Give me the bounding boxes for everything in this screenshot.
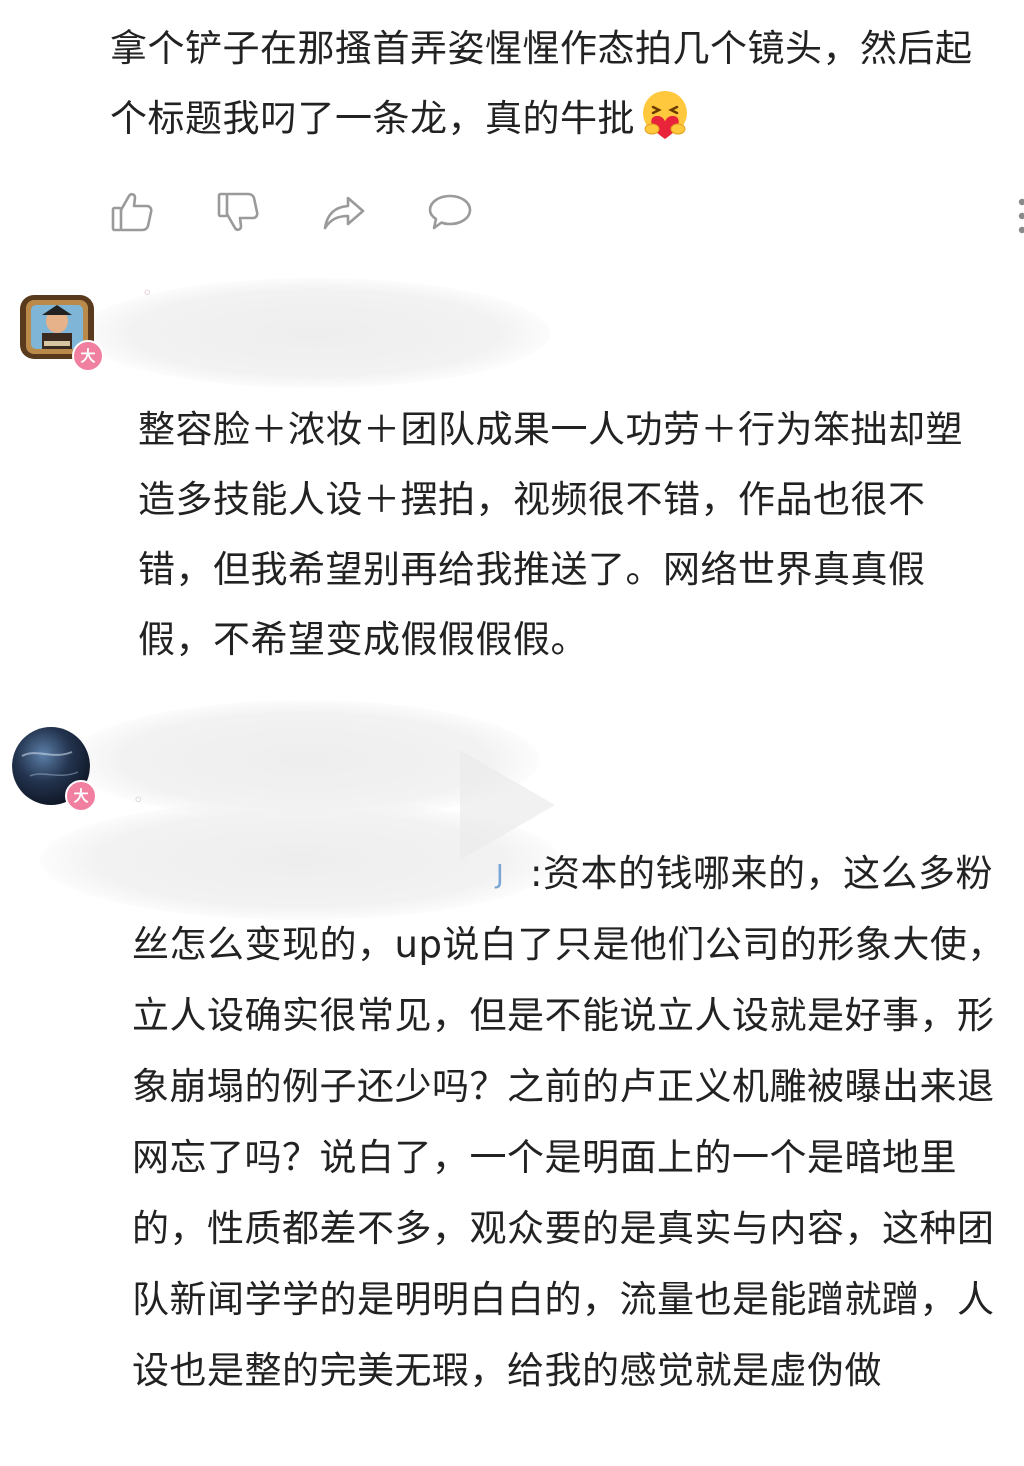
share-arrow-icon[interactable] <box>320 188 368 236</box>
thumbs-up-icon[interactable] <box>108 188 156 236</box>
faint-mark: ◦ <box>142 283 153 304</box>
comment-action-bar <box>108 188 474 236</box>
top-comment-body: 拿个铲子在那搔首弄姿惺惺作态拍几个镜头，然后起个标题我叼了一条龙，真的牛批 <box>110 27 973 140</box>
comment-text: :资本的钱哪来的，这么多粉丝怎么变现的，up说白了只是他们公司的形象大使，立人设… <box>132 838 1012 1406</box>
hug-heart-emoji-icon <box>643 91 687 139</box>
vip-badge: 大 <box>72 340 104 372</box>
faint-mark: ◦ <box>133 790 144 811</box>
top-comment-text: 拿个铲子在那搔首弄姿惺惺作态拍几个镜头，然后起个标题我叼了一条龙，真的牛批 <box>110 14 990 154</box>
comment-body: :资本的钱哪来的，这么多粉丝怎么变现的，up说白了只是他们公司的形象大使，立人设… <box>132 852 1005 1392</box>
comment-bubble-icon[interactable] <box>426 188 474 236</box>
more-vertical-icon[interactable] <box>1010 196 1024 240</box>
vip-badge: 大 <box>65 780 97 812</box>
thumbs-down-icon[interactable] <box>214 188 262 236</box>
comment-text: 整容脸＋浓妆＋团队成果一人功劳＋行为笨拙却塑造多技能人设＋摆拍，视频很不错，作品… <box>138 408 963 661</box>
